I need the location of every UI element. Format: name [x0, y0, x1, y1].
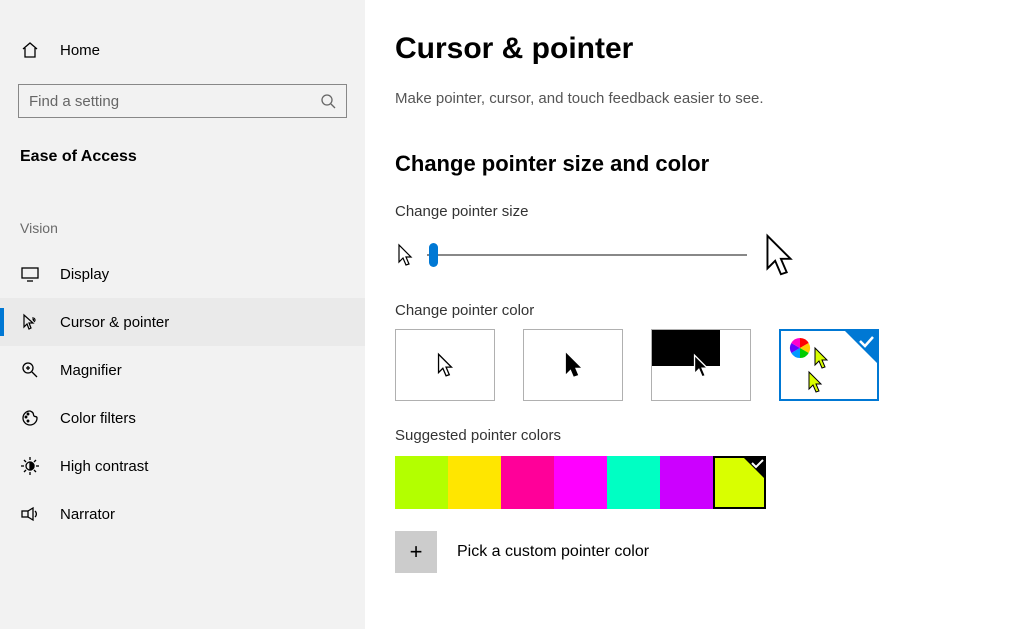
home-icon — [20, 40, 40, 60]
pointer-color-black[interactable] — [523, 329, 623, 401]
sidebar-item-magnifier[interactable]: Magnifier — [0, 346, 365, 394]
color-swatch[interactable] — [713, 456, 766, 509]
pointer-size-label: Change pointer size — [395, 203, 994, 220]
search-input[interactable] — [18, 84, 347, 118]
color-swatch[interactable] — [660, 456, 713, 509]
magnifier-icon — [20, 360, 40, 380]
small-cursor-icon — [395, 242, 415, 268]
display-icon — [20, 264, 40, 284]
color-swatch[interactable] — [448, 456, 501, 509]
narrator-icon — [20, 504, 40, 524]
sidebar-item-color-filters[interactable]: Color filters — [0, 394, 365, 442]
color-swatch[interactable] — [501, 456, 554, 509]
search-icon — [320, 93, 336, 109]
sidebar-item-label: Cursor & pointer — [60, 314, 169, 331]
home-button[interactable]: Home — [0, 30, 365, 70]
sidebar: Home Ease of Access Vision Display Curso… — [0, 0, 365, 629]
color-swatch[interactable] — [607, 456, 660, 509]
search-field[interactable] — [29, 93, 320, 110]
plus-icon: + — [410, 539, 423, 565]
suggested-colors-label: Suggested pointer colors — [395, 427, 994, 444]
section-heading: Change pointer size and color — [395, 151, 994, 177]
pointer-color-inverted[interactable] — [651, 329, 751, 401]
sidebar-item-narrator[interactable]: Narrator — [0, 490, 365, 538]
contrast-icon — [20, 456, 40, 476]
custom-color-row: + Pick a custom pointer color — [395, 531, 994, 573]
suggested-color-swatches — [395, 456, 994, 509]
home-label: Home — [60, 42, 100, 59]
sidebar-item-label: Color filters — [60, 410, 136, 427]
custom-color-label: Pick a custom pointer color — [457, 543, 649, 561]
color-swatch[interactable] — [554, 456, 607, 509]
custom-color-button[interactable]: + — [395, 531, 437, 573]
cursor-icon — [20, 312, 40, 332]
page-description: Make pointer, cursor, and touch feedback… — [395, 90, 994, 107]
pointer-size-row — [395, 230, 994, 280]
sidebar-item-label: Narrator — [60, 506, 115, 523]
sidebar-item-high-contrast[interactable]: High contrast — [0, 442, 365, 490]
sidebar-item-label: High contrast — [60, 458, 148, 475]
settings-category: Ease of Access — [0, 138, 365, 176]
sidebar-item-display[interactable]: Display — [0, 250, 365, 298]
color-swatch[interactable] — [395, 456, 448, 509]
group-label: Vision — [0, 212, 365, 244]
content-area: Cursor & pointer Make pointer, cursor, a… — [365, 0, 1024, 629]
pointer-color-white[interactable] — [395, 329, 495, 401]
page-title: Cursor & pointer — [395, 32, 994, 66]
large-cursor-icon — [759, 230, 799, 280]
pointer-color-options — [395, 329, 994, 401]
pointer-color-label: Change pointer color — [395, 302, 994, 319]
sidebar-item-cursor-pointer[interactable]: Cursor & pointer — [0, 298, 365, 346]
pointer-size-slider[interactable] — [427, 243, 747, 267]
palette-icon — [20, 408, 40, 428]
sidebar-item-label: Magnifier — [60, 362, 122, 379]
sidebar-item-label: Display — [60, 266, 109, 283]
pointer-color-custom[interactable] — [779, 329, 879, 401]
